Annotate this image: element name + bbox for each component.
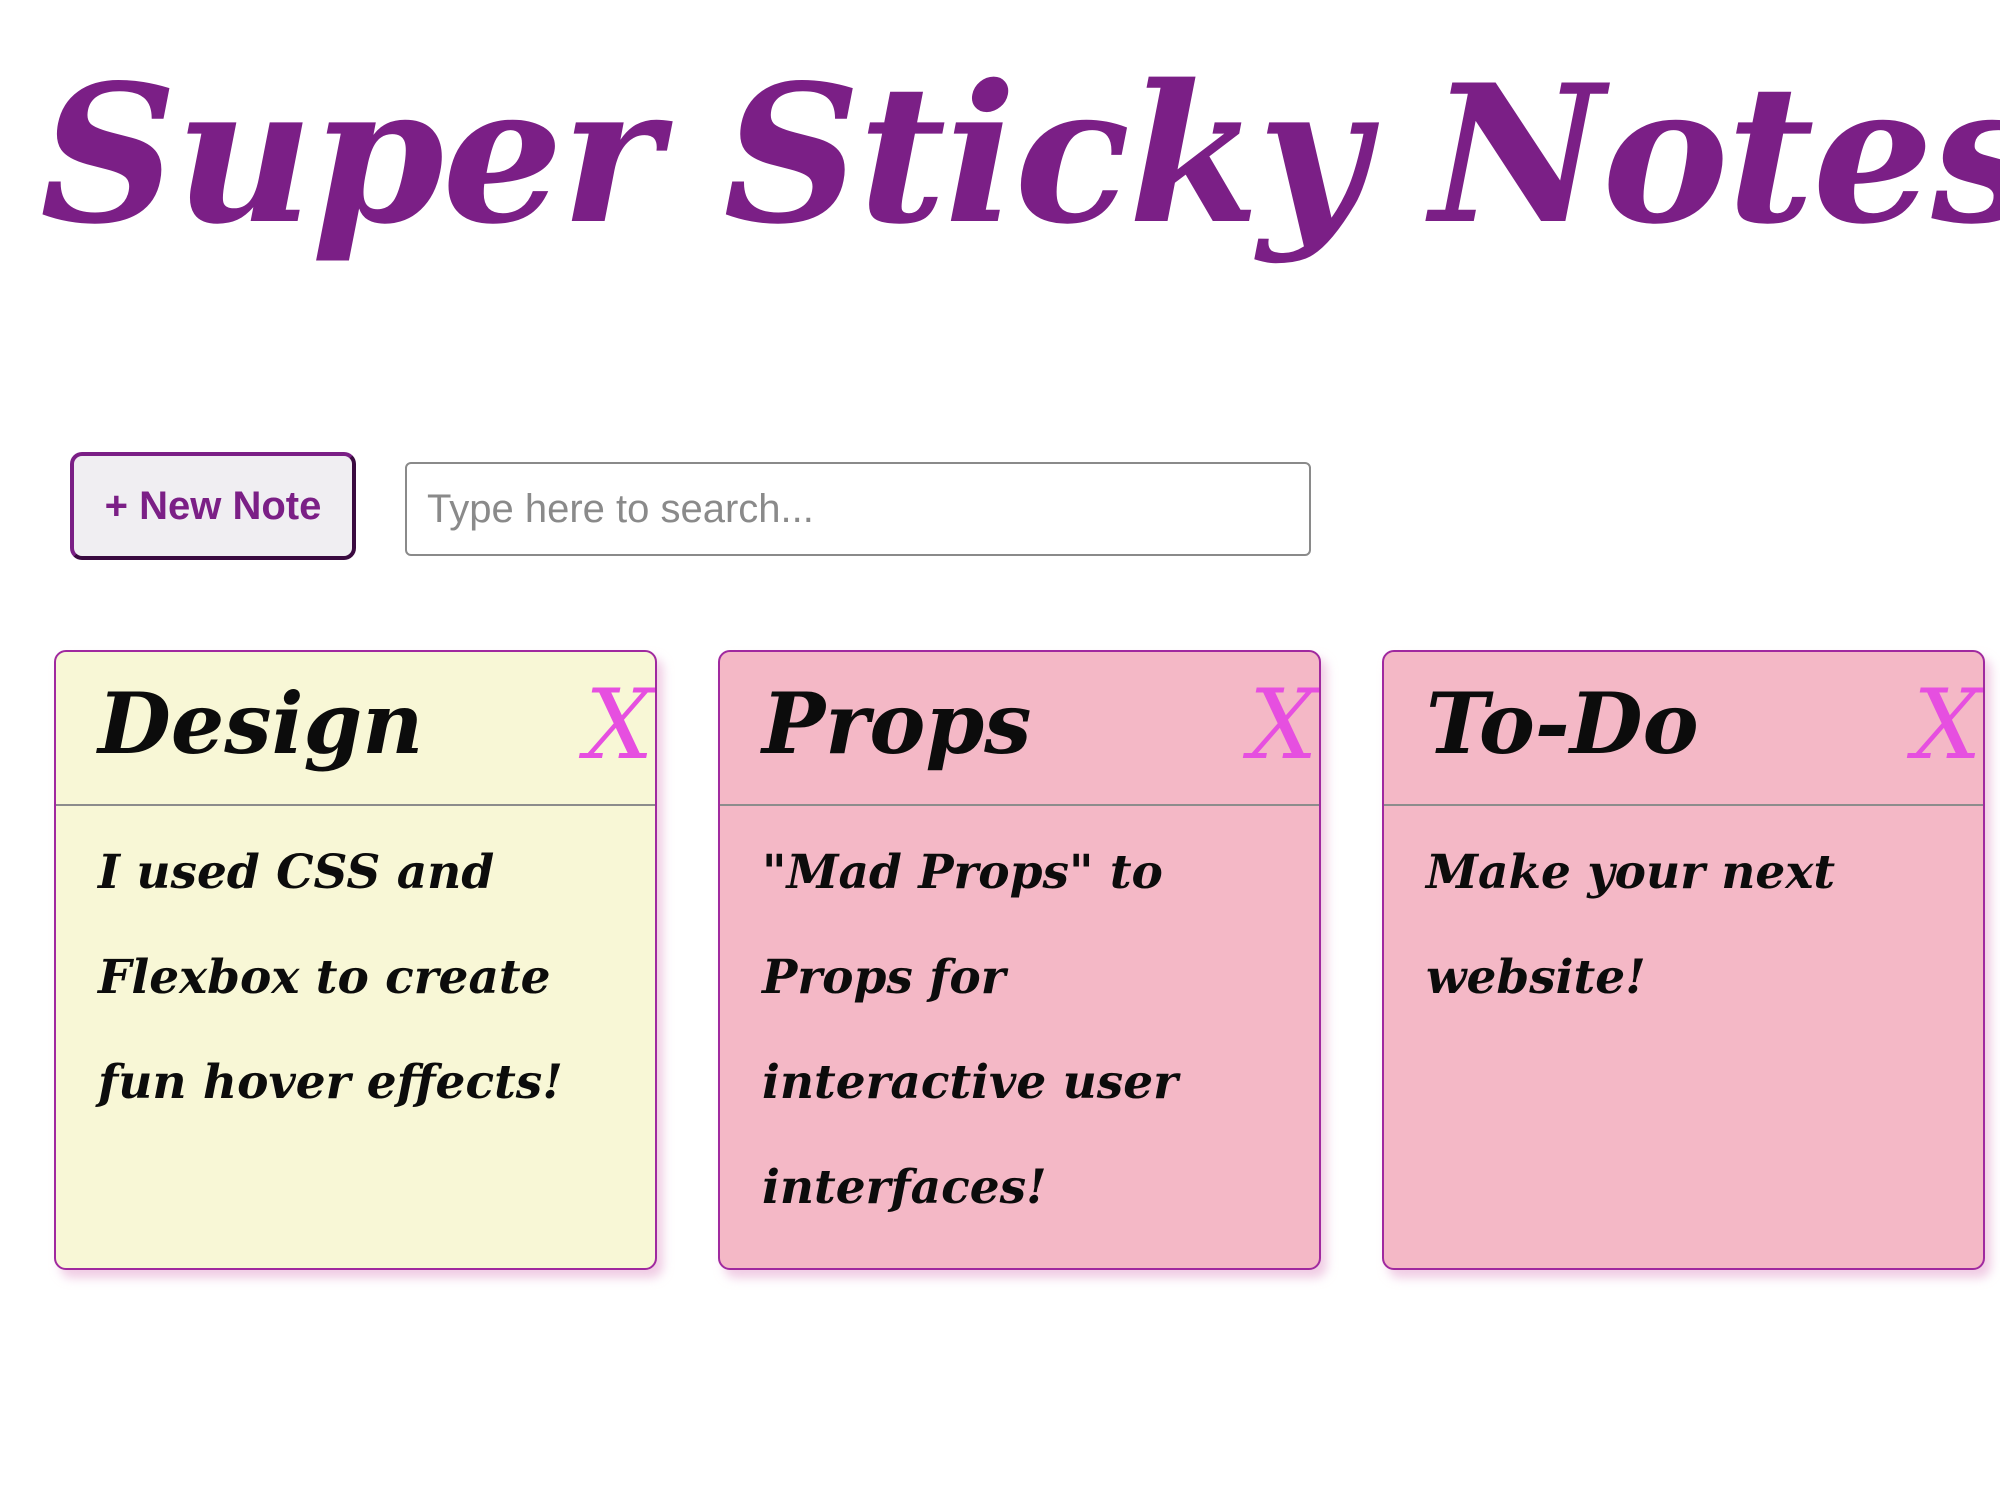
note-body[interactable]: I used CSS and Flexbox to create fun hov… xyxy=(56,806,655,1135)
note-title[interactable]: To-Do xyxy=(1426,677,1699,770)
delete-note-icon[interactable]: X xyxy=(1913,670,1981,780)
note-body[interactable]: Make your next website! xyxy=(1384,806,1983,1030)
note-card: To-Do X Make your next website! xyxy=(1382,650,1985,1270)
app-title: Super Sticky Notes xyxy=(40,43,2000,266)
note-card: Design X I used CSS and Flexbox to creat… xyxy=(54,650,657,1270)
note-header: To-Do X xyxy=(1384,652,1983,806)
note-title[interactable]: Props xyxy=(762,677,1031,770)
note-header: Props X xyxy=(720,652,1319,806)
note-body[interactable]: "Mad Props" to Props for interactive use… xyxy=(720,806,1319,1240)
delete-note-icon[interactable]: X xyxy=(585,670,653,780)
delete-note-icon[interactable]: X xyxy=(1249,670,1317,780)
note-title[interactable]: Design xyxy=(98,677,423,770)
note-header: Design X xyxy=(56,652,655,806)
note-card: Props X "Mad Props" to Props for interac… xyxy=(718,650,1321,1270)
search-input[interactable] xyxy=(405,462,1311,556)
new-note-button[interactable]: + New Note xyxy=(70,452,356,560)
